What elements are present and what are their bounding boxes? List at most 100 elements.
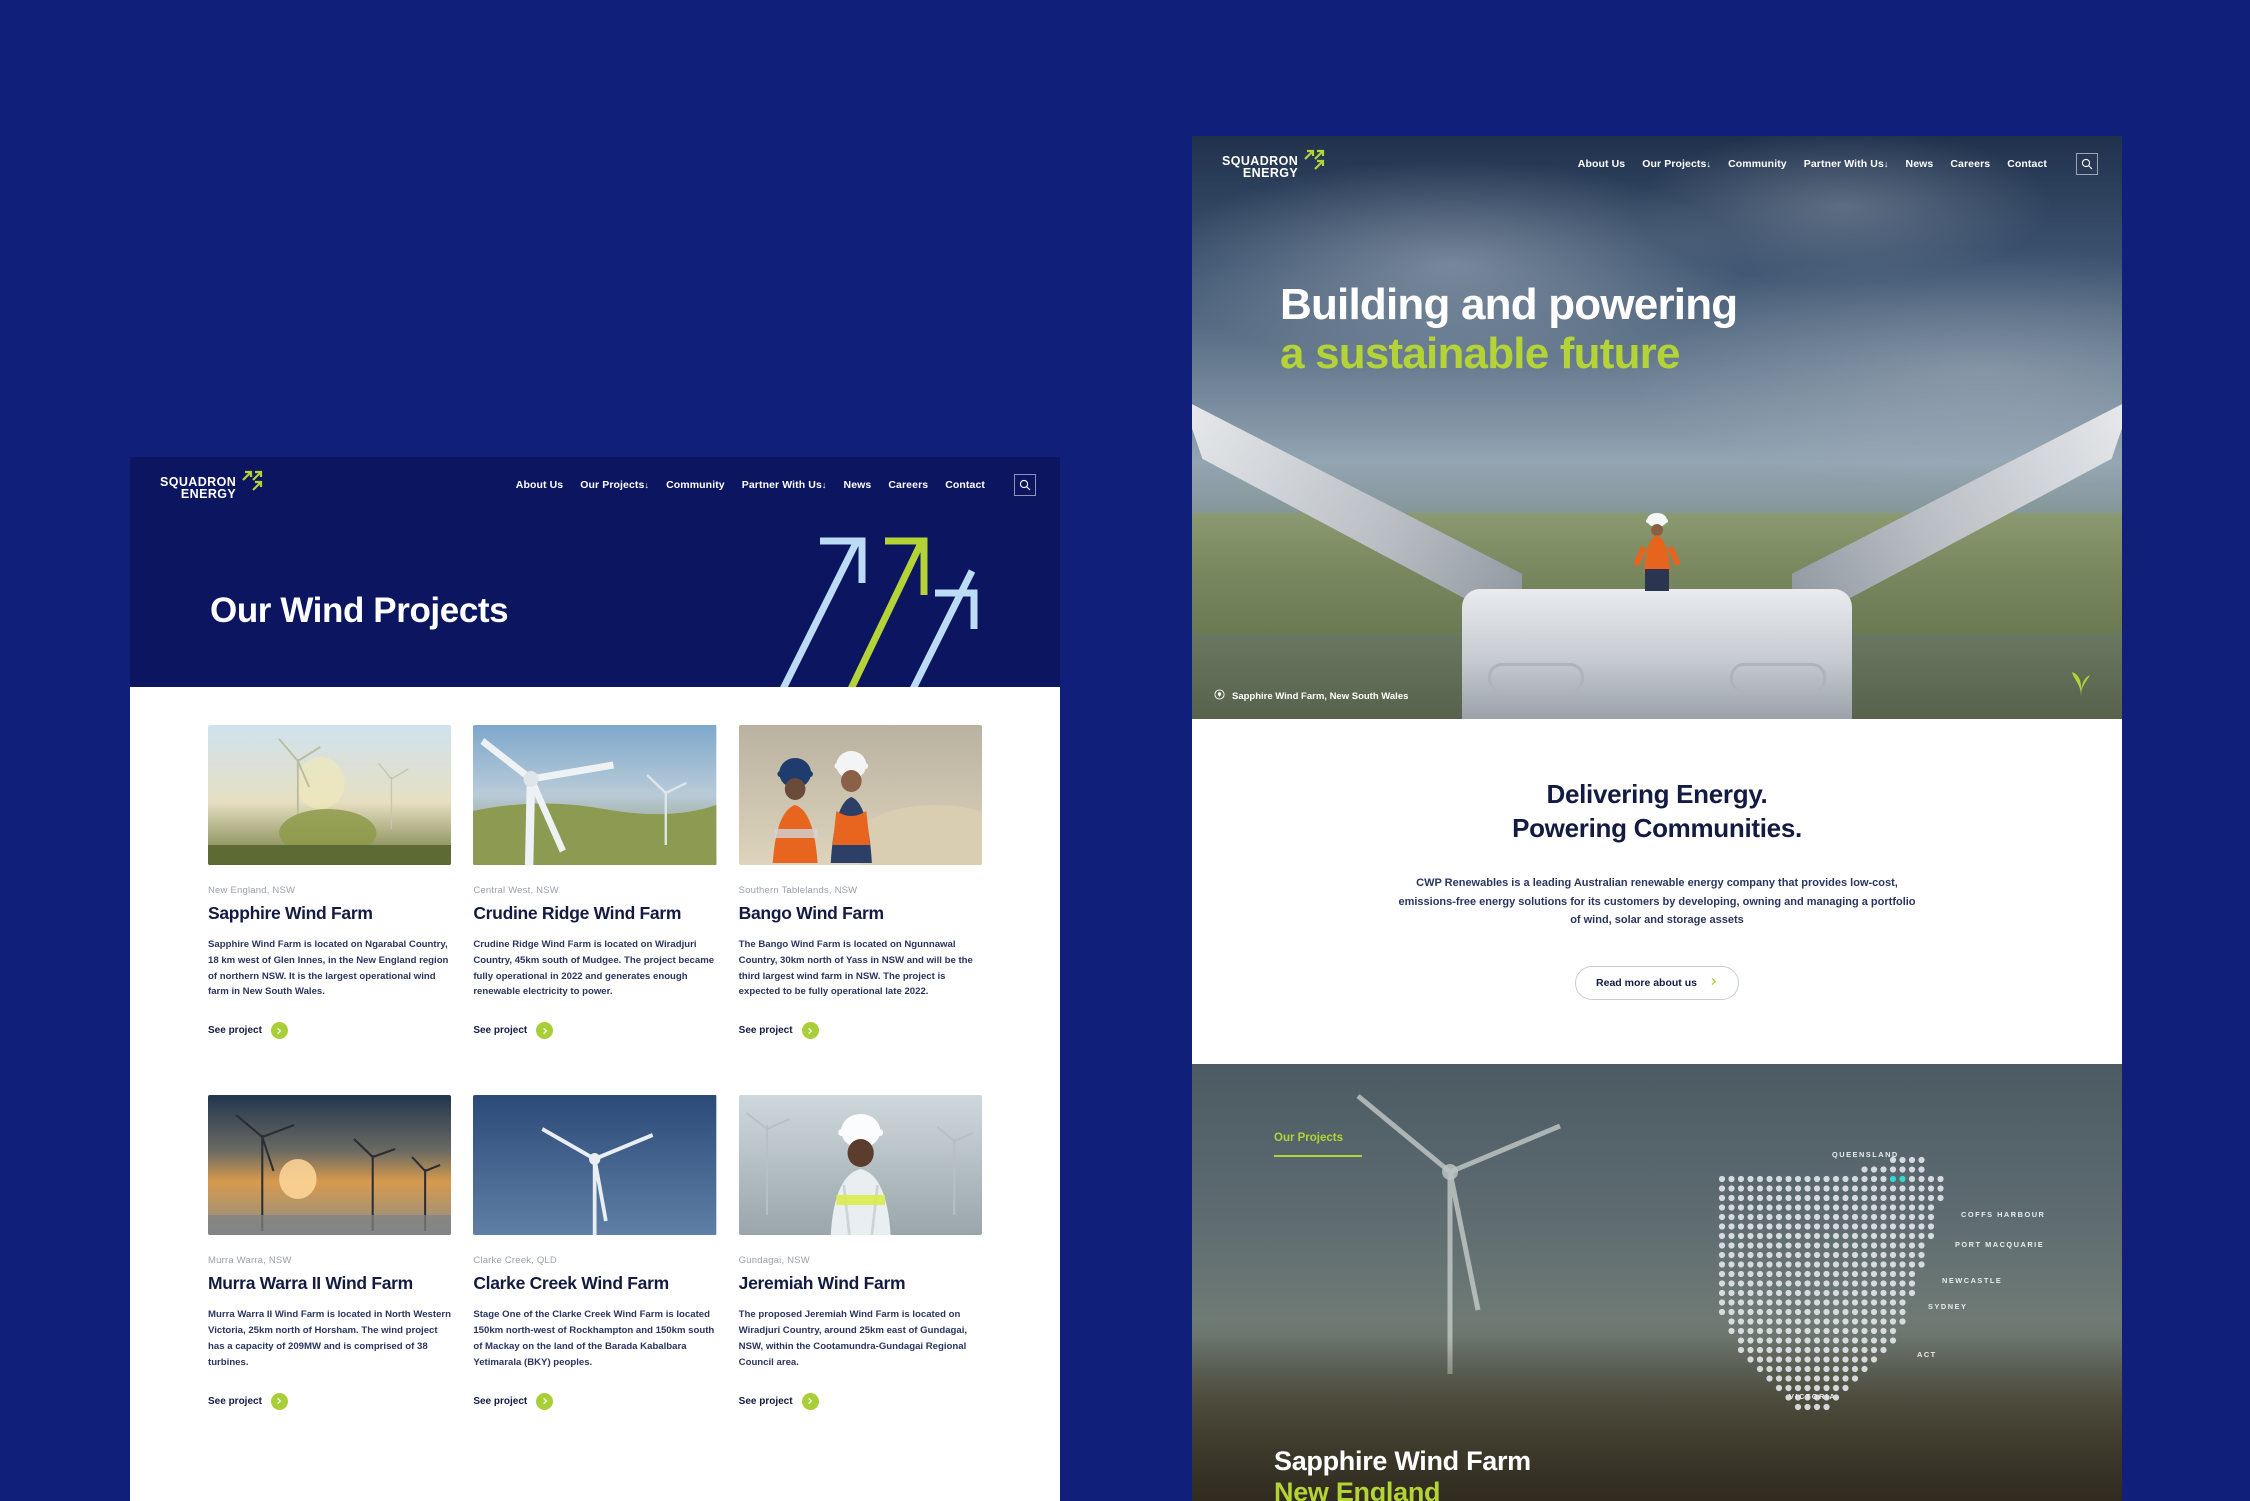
nav-item-community[interactable]: Community	[666, 479, 725, 491]
turbine-nacelle	[1462, 589, 1852, 719]
intro-heading-line1: Delivering Energy.	[1546, 779, 1768, 809]
nav-item-our-projects[interactable]: Our Projects↓	[1642, 158, 1711, 170]
project-card-description: The proposed Jeremiah Wind Farm is locat…	[738, 1309, 968, 1368]
project-card[interactable]: Gundagai, NSW Jeremiah Wind Farm The pro…	[738, 1095, 982, 1410]
read-more-about-us-button[interactable]: Read more about us	[1575, 966, 1739, 1001]
project-card-region: Gundagai, NSW	[738, 1255, 810, 1267]
nav-item-news[interactable]: News	[1906, 158, 1934, 170]
project-card[interactable]: Murra Warra, NSW Murra Warra II Wind Far…	[208, 1095, 452, 1410]
chevron-down-icon: ↓	[821, 480, 827, 490]
search-icon[interactable]	[2076, 153, 2098, 175]
nav-label: Contact	[2007, 158, 2047, 170]
chevron-right-icon	[536, 1022, 554, 1040]
project-card[interactable]: New England, NSW Sapphire Wind Farm Sapp…	[208, 725, 452, 1040]
nav-label: News	[843, 479, 872, 491]
home-page-panel: Building and powering a sustainable futu…	[1192, 136, 2122, 1501]
nav-label: Our Projects	[580, 479, 645, 491]
chevron-right-icon	[801, 1022, 819, 1040]
nav-item-contact[interactable]: Contact	[945, 479, 985, 491]
project-card-title: Jeremiah Wind Farm	[738, 1273, 906, 1294]
chevron-right-icon	[536, 1392, 554, 1410]
map-label-act: ACT	[1917, 1350, 1937, 1360]
screenshot-stage: SQUADRON ENERGY About Us Our Projects↓ C…	[0, 0, 2250, 1501]
project-card-image	[473, 725, 717, 865]
project-card-image	[473, 1095, 717, 1236]
chevron-right-icon	[801, 1392, 819, 1410]
project-card-description: Stage One of the Clarke Creek Wind Farm …	[473, 1309, 715, 1368]
nav-item-community[interactable]: Community	[1728, 158, 1787, 170]
brand-name-line2: ENERGY	[1242, 166, 1299, 180]
main-nav: About Us Our Projects↓ Community Partner…	[1578, 153, 2098, 175]
main-nav: About Us Our Projects↓ Community Partner…	[516, 474, 1036, 496]
nsw-dot-map: QUEENSLAND COFFS HARBOUR PORT MACQUARIE …	[1714, 1150, 2044, 1437]
our-projects-eyebrow[interactable]: Our Projects	[1274, 1128, 1362, 1157]
nav-item-partner-with-us[interactable]: Partner With Us↓	[1804, 158, 1889, 170]
project-card-title: Bango Wind Farm	[738, 903, 884, 923]
nav-item-our-projects[interactable]: Our Projects↓	[580, 479, 649, 491]
nav-item-news[interactable]: News	[844, 479, 872, 491]
project-card-image	[738, 1095, 982, 1236]
project-card-image	[208, 725, 452, 865]
project-card[interactable]: Central West, NSW Crudine Ridge Wind Far…	[473, 725, 717, 1040]
map-label-port-macquarie: PORT MACQUARIE	[1955, 1240, 2045, 1250]
location-pin-icon	[1214, 689, 1225, 703]
project-card-title: Murra Warra II Wind Farm	[208, 1273, 413, 1294]
project-card-region: Murra Warra, NSW	[208, 1255, 292, 1267]
squadron-arrows-icon	[240, 470, 266, 496]
see-project-label: See project	[738, 1395, 793, 1407]
page-title: Our Wind Projects	[210, 591, 509, 630]
site-header: SQUADRON ENERGY About Us Our Projects↓ C…	[1192, 136, 2122, 192]
see-project-link[interactable]: See project	[738, 1392, 982, 1410]
brand-logo[interactable]: SQUADRON ENERGY	[1222, 149, 1328, 179]
project-card-title: Clarke Creek Wind Farm	[473, 1273, 669, 1294]
project-card-title: Sapphire Wind Farm	[208, 903, 373, 923]
project-card-title: Crudine Ridge Wind Farm	[473, 903, 682, 923]
nav-item-contact[interactable]: Contact	[2007, 158, 2047, 170]
decorative-arrows-graphic	[772, 533, 982, 687]
chevron-down-icon: ↓	[644, 480, 650, 490]
our-projects-eyebrow-text: Our Projects	[1274, 1132, 1344, 1145]
intro-heading-line2: Powering Communities.	[1512, 813, 1802, 844]
nav-label: Careers	[1950, 158, 1991, 170]
featured-project-caption: Sapphire Wind Farm New England	[1274, 1446, 1531, 1501]
chevron-right-icon	[270, 1022, 288, 1040]
nav-label: About Us	[1577, 158, 1626, 170]
project-card-region: Southern Tablelands, NSW	[738, 885, 858, 896]
chevron-down-icon: ↓	[1706, 159, 1712, 169]
project-card[interactable]: Southern Tablelands, NSW Bango Wind Farm…	[738, 725, 982, 1040]
leaf-icon	[2070, 670, 2092, 701]
nav-label: Partner With Us	[741, 479, 822, 491]
project-card[interactable]: Clarke Creek, QLD Clarke Creek Wind Farm…	[473, 1095, 717, 1410]
nav-item-about-us[interactable]: About Us	[516, 479, 563, 491]
nav-item-partner-with-us[interactable]: Partner With Us↓	[742, 479, 827, 491]
see-project-label: See project	[473, 1025, 528, 1037]
technician-figure	[1633, 511, 1681, 597]
nav-item-careers[interactable]: Careers	[1950, 158, 1990, 170]
nav-label: News	[1905, 158, 1934, 170]
see-project-link[interactable]: See project	[208, 1392, 451, 1410]
read-more-label: Read more about us	[1596, 977, 1697, 990]
nav-label: Our Projects	[1642, 158, 1707, 170]
nav-label: Community	[1728, 158, 1787, 170]
project-card-description: Murra Warra II Wind Farm is located in N…	[208, 1309, 451, 1368]
project-card-region: Central West, NSW	[473, 885, 559, 896]
nav-item-careers[interactable]: Careers	[888, 479, 928, 491]
search-icon[interactable]	[1014, 474, 1036, 496]
hero-caption-text: Sapphire Wind Farm, New South Wales	[1232, 690, 1409, 702]
see-project-label: See project	[738, 1025, 793, 1037]
nav-label: Partner With Us	[1803, 158, 1884, 170]
map-label-sydney: SYDNEY	[1928, 1302, 1968, 1312]
see-project-link[interactable]: See project	[738, 1022, 982, 1040]
see-project-link[interactable]: See project	[208, 1022, 451, 1040]
home-hero: Building and powering a sustainable futu…	[1192, 136, 2122, 719]
project-card-image	[738, 725, 982, 865]
projects-grid-row-2: Murra Warra, NSW Murra Warra II Wind Far…	[208, 1095, 982, 1410]
nav-item-about-us[interactable]: About Us	[1578, 158, 1625, 170]
brand-logo[interactable]: SQUADRON ENERGY	[160, 470, 266, 500]
see-project-link[interactable]: See project	[473, 1392, 716, 1410]
project-card-image	[208, 1095, 452, 1236]
featured-project-subtitle: New England	[1274, 1477, 1441, 1501]
grid-row-divider	[208, 1039, 982, 1095]
see-project-label: See project	[208, 1025, 262, 1037]
see-project-link[interactable]: See project	[473, 1022, 716, 1040]
